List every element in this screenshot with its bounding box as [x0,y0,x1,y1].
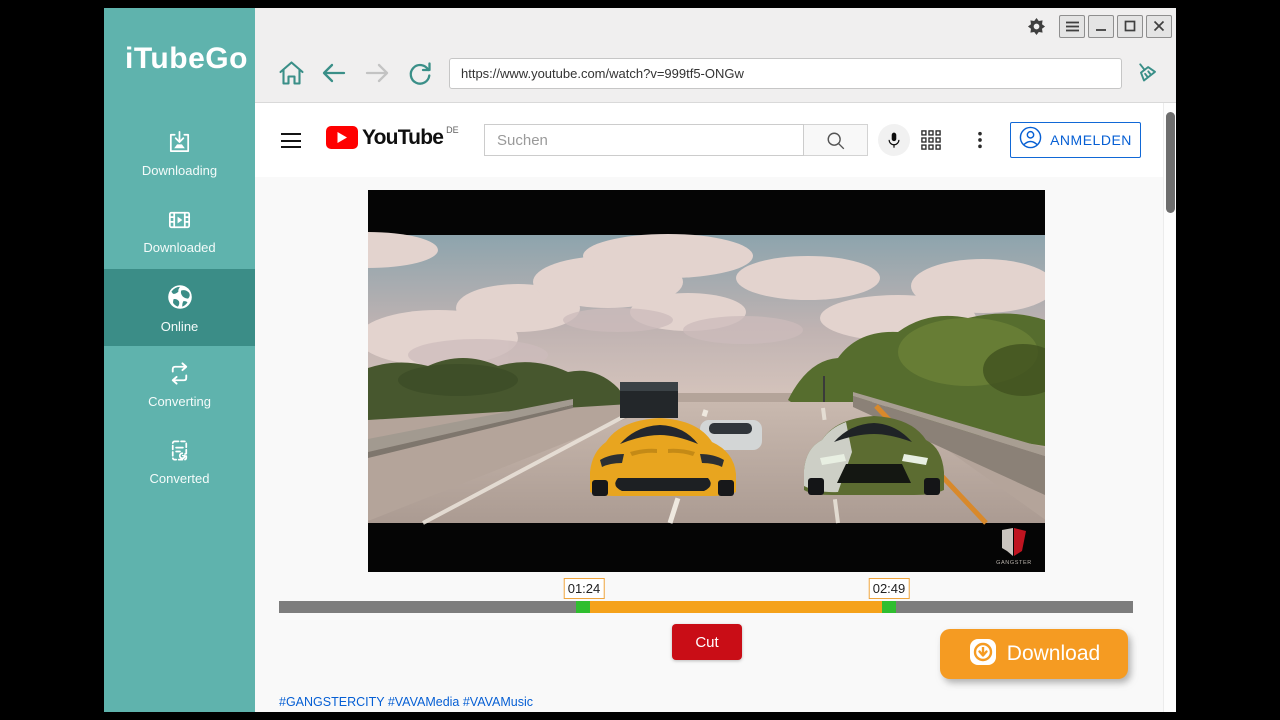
minimize-button[interactable] [1088,15,1114,38]
download-tray-icon [166,129,193,156]
maximize-button[interactable] [1117,15,1143,38]
sidebar-item-downloading[interactable]: Downloading [104,115,255,192]
search-box [484,124,868,156]
download-label: Download [1007,642,1100,666]
youtube-logo[interactable]: YouTube DE [326,126,459,149]
sidebar-item-label: Downloaded [143,240,215,255]
download-button[interactable]: Download [940,629,1128,679]
browser-toolbar [255,44,1176,103]
app-window: iTubeGo Downloading [104,8,1176,712]
youtube-region-badge: DE [446,125,459,135]
youtube-wordmark: YouTube [362,126,443,149]
film-icon [166,206,193,233]
trim-start-time: 01:24 [564,578,605,599]
sidebar: iTubeGo Downloading [104,8,255,712]
more-options-kebab-icon[interactable] [969,129,991,151]
main-panel: YouTube DE [255,8,1176,712]
settings-gear-icon[interactable] [1027,17,1046,36]
home-icon[interactable] [278,59,305,87]
apps-grid-icon[interactable] [920,129,942,151]
app-logo: iTubeGo [125,42,248,76]
clear-broom-icon[interactable] [1133,59,1161,87]
menu-hamburger-icon[interactable] [281,133,301,148]
video-scene: GANGSTER [368,190,1045,572]
globe-icon [165,282,195,312]
download-icon [968,637,998,672]
signin-button[interactable]: ANMELDEN [1010,122,1141,158]
sidebar-nav: Downloading Downloaded [104,115,255,500]
sidebar-item-converted[interactable]: Converted [104,423,255,500]
cut-button[interactable]: Cut [672,624,742,660]
window-menu-button[interactable] [1059,15,1085,38]
search-button[interactable] [804,124,868,156]
sidebar-item-label: Downloading [142,163,217,178]
sidebar-item-converting[interactable]: Converting [104,346,255,423]
sidebar-item-online[interactable]: Online [104,269,255,346]
video-hashtags[interactable]: #GANGSTERCITY #VAVAMedia #VAVAMusic [279,695,533,709]
trim-timeline[interactable] [279,601,1133,613]
youtube-play-icon [326,126,358,149]
svg-text:GANGSTER: GANGSTER [996,560,1032,566]
close-button[interactable] [1146,15,1172,38]
video-frame[interactable]: GANGSTER [368,190,1045,572]
page-content: YouTube DE [255,103,1176,712]
trim-start-handle[interactable] [576,601,590,613]
scrollbar-track[interactable] [1163,103,1176,712]
document-icon [166,437,193,464]
scrollbar-thumb[interactable] [1166,112,1175,213]
refresh-icon[interactable] [406,59,434,87]
person-icon [1019,126,1042,154]
url-input[interactable] [449,58,1122,89]
titlebar [255,8,1176,44]
trim-end-time: 02:49 [869,578,910,599]
search-input[interactable] [484,124,804,156]
sidebar-item-label: Converted [150,471,210,486]
sidebar-item-label: Online [161,319,199,334]
convert-loop-icon [166,360,193,387]
voice-search-button[interactable] [878,124,910,156]
forward-icon[interactable] [363,59,391,87]
sidebar-item-label: Converting [148,394,211,409]
trim-end-handle[interactable] [882,601,896,613]
sidebar-item-downloaded[interactable]: Downloaded [104,192,255,269]
trim-selected-range[interactable] [583,601,895,613]
back-icon[interactable] [320,59,348,87]
signin-label: ANMELDEN [1050,132,1132,148]
